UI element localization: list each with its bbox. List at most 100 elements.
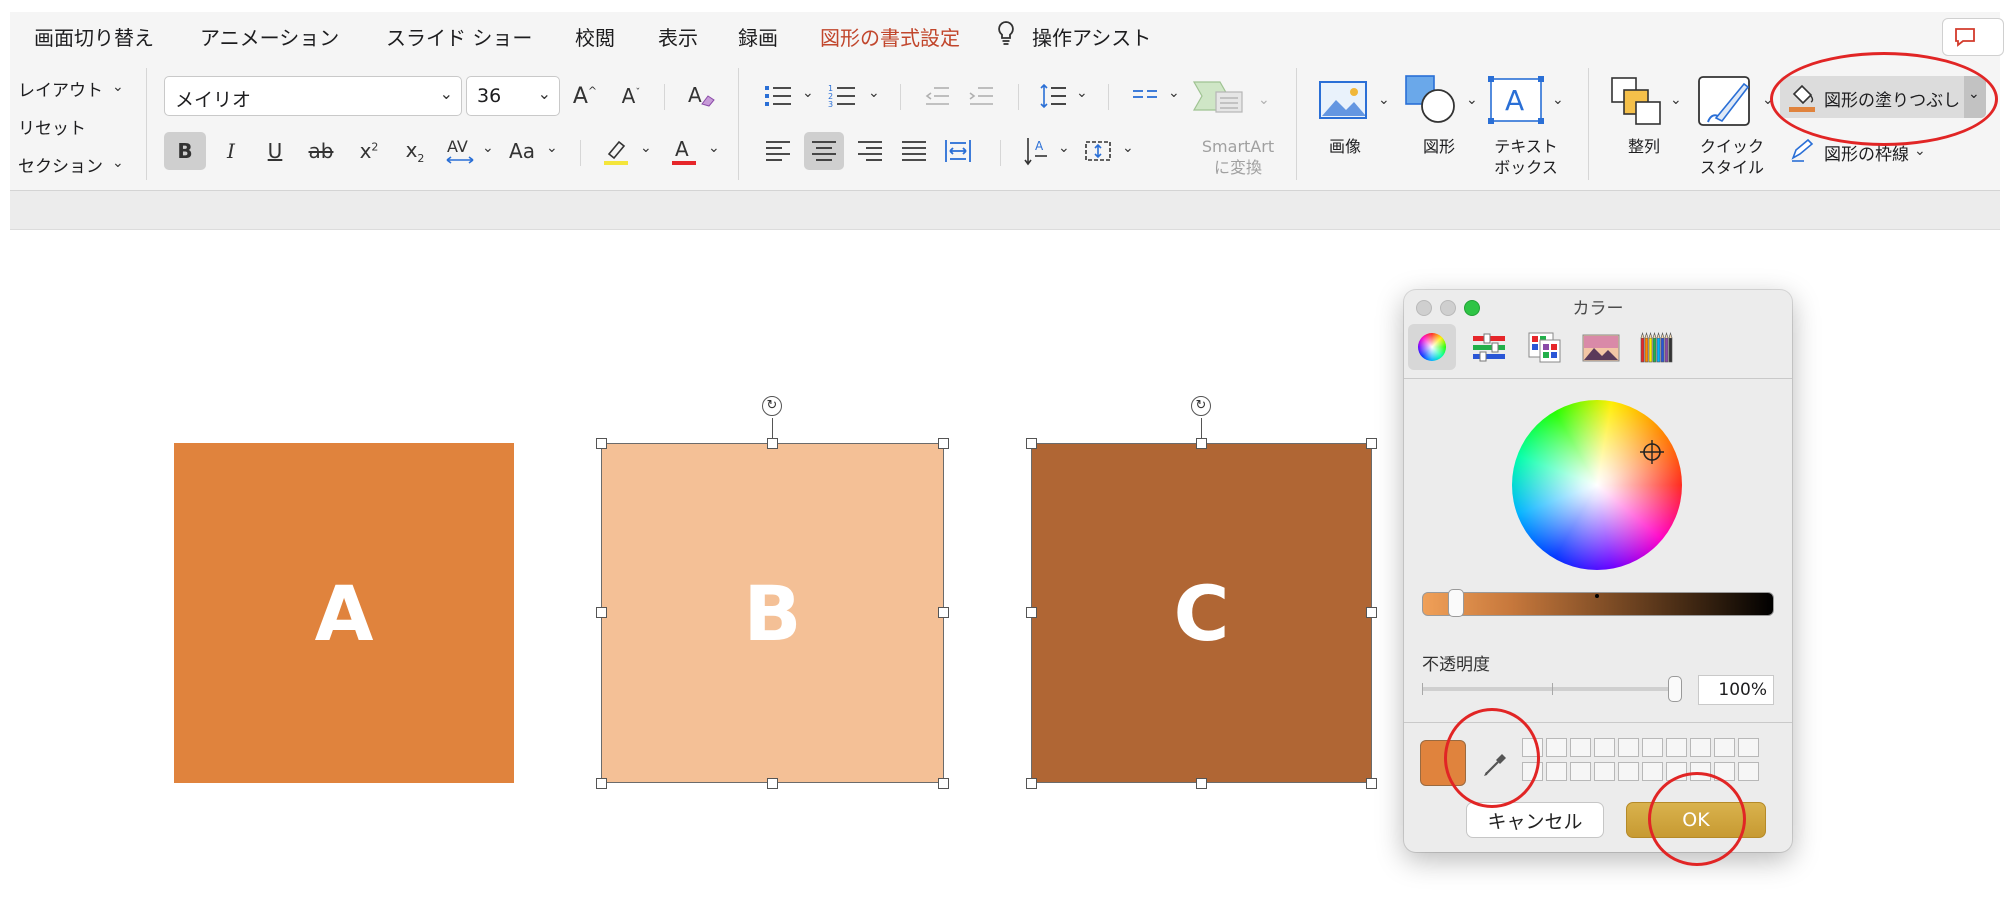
menu-review[interactable]: 校閲 [575,22,615,51]
rotate-handle-icon[interactable]: ↻ [1191,396,1211,416]
character-spacing-button[interactable]: AV [438,132,482,170]
increase-indent-button[interactable] [962,77,1000,115]
font-color-button[interactable]: A [664,132,704,170]
image-icon[interactable] [1318,78,1370,126]
menu-record[interactable]: 録画 [738,22,778,51]
grow-font-button[interactable]: A^ [566,77,604,115]
distributed-button[interactable] [938,132,978,170]
shapes-icon[interactable] [1404,74,1460,130]
chevron-down-icon: ⌄ [1552,92,1564,108]
resize-handle[interactable] [767,778,778,789]
subscript-button[interactable]: x2 [396,132,434,170]
resize-handle[interactable] [596,438,607,449]
align-center-button[interactable] [804,132,844,170]
decrease-indent-button[interactable] [918,77,956,115]
resize-handle[interactable] [596,607,607,618]
align-left-button[interactable] [758,132,798,170]
highlight-button[interactable] [596,132,636,170]
color-swatch-slot[interactable] [1546,738,1567,757]
resize-handle[interactable] [1026,607,1037,618]
menu-tell-me[interactable]: 操作アシスト [1032,22,1151,51]
resize-handle[interactable] [596,778,607,789]
resize-handle[interactable] [938,438,949,449]
opacity-slider-knob[interactable] [1668,676,1682,702]
menu-animations[interactable]: アニメーション [200,22,339,51]
textbox-label-line1: テキスト [1494,137,1558,156]
brightness-slider-knob[interactable] [1448,589,1464,617]
shape-b[interactable]: B [601,443,944,783]
color-swatch-slot[interactable] [1642,738,1663,757]
color-swatch-slot[interactable] [1618,738,1639,757]
resize-handle[interactable] [1026,438,1037,449]
lightbulb-icon[interactable] [996,20,1016,50]
color-wheel-tab[interactable] [1408,324,1456,370]
resize-handle[interactable] [1196,778,1207,789]
smartart-icon[interactable] [1192,78,1248,122]
resize-handle[interactable] [1366,607,1377,618]
line-spacing-button[interactable] [1034,77,1072,115]
color-wheel[interactable] [1512,400,1682,570]
font-name-select[interactable]: メイリオ ⌄ [164,76,462,116]
image-palettes-tab[interactable] [1576,324,1624,370]
chevron-down-icon: ⌄ [1258,92,1270,108]
menu-slideshow[interactable]: スライド ショー [386,22,532,51]
color-swatch-slot[interactable] [1642,762,1663,781]
color-swatch-slot[interactable] [1546,762,1567,781]
opacity-input[interactable]: 100% [1698,675,1774,705]
bold-button[interactable]: B [164,132,206,170]
color-swatch-slot[interactable] [1570,762,1591,781]
distributed-icon [945,140,971,162]
superscript-button[interactable]: x2 [350,132,388,170]
change-case-button[interactable]: Aa [502,132,542,170]
palettes-tab[interactable] [1520,324,1568,370]
comments-button[interactable] [1942,18,2004,56]
resize-handle[interactable] [938,607,949,618]
menu-shape-format[interactable]: 図形の書式設定 [820,22,960,51]
color-swatch-slot[interactable] [1738,738,1759,757]
color-swatch-slot[interactable] [1594,738,1615,757]
color-swatch-slot[interactable] [1618,762,1639,781]
shape-a[interactable]: A [174,443,514,783]
rotate-handle-icon[interactable]: ↻ [762,396,782,416]
strikethrough-button[interactable]: ab [300,132,342,170]
color-swatch-slot[interactable] [1714,738,1735,757]
color-swatch-slot[interactable] [1666,738,1687,757]
resize-handle[interactable] [1366,438,1377,449]
color-swatch-slot[interactable] [1738,762,1759,781]
reset-button[interactable]: リセット [18,114,86,139]
columns-button[interactable] [1126,77,1164,115]
menu-view[interactable]: 表示 [658,22,698,51]
pencils-tab[interactable] [1632,324,1680,370]
divider [1404,378,1792,379]
resize-handle[interactable] [767,438,778,449]
color-swatch-slot[interactable] [1594,762,1615,781]
quick-styles-icon[interactable] [1696,74,1754,132]
clear-formatting-button[interactable]: A [680,77,722,115]
shrink-font-button[interactable]: Aˇ [612,77,650,115]
menu-transitions[interactable]: 画面切り替え [34,22,154,51]
font-size-select[interactable]: 36 ⌄ [466,76,560,116]
italic-button[interactable]: I [212,132,250,170]
numbering-button[interactable]: 123 [822,77,862,115]
resize-handle[interactable] [938,778,949,789]
underline-button[interactable]: U [256,132,294,170]
shape-c[interactable]: C [1031,443,1372,783]
align-text-button[interactable] [1078,132,1118,170]
resize-handle[interactable] [1366,778,1377,789]
color-swatch-slot[interactable] [1690,738,1711,757]
section-button[interactable]: セクション [18,152,103,177]
chevron-down-icon: ⌄ [802,85,814,101]
arrange-icon[interactable] [1610,76,1662,130]
textbox-icon[interactable]: A [1488,76,1544,128]
underline-icon: U [267,139,283,163]
resize-handle[interactable] [1026,778,1037,789]
resize-handle[interactable] [1196,438,1207,449]
text-direction-button[interactable]: A [1016,132,1056,170]
justify-button[interactable] [894,132,934,170]
bullets-button[interactable] [758,77,798,115]
layout-button[interactable]: レイアウト [18,76,103,101]
align-right-button[interactable] [850,132,890,170]
color-swatch-slot[interactable] [1570,738,1591,757]
sliders-tab[interactable] [1464,324,1512,370]
shrink-font-icon: Aˇ [621,84,641,108]
